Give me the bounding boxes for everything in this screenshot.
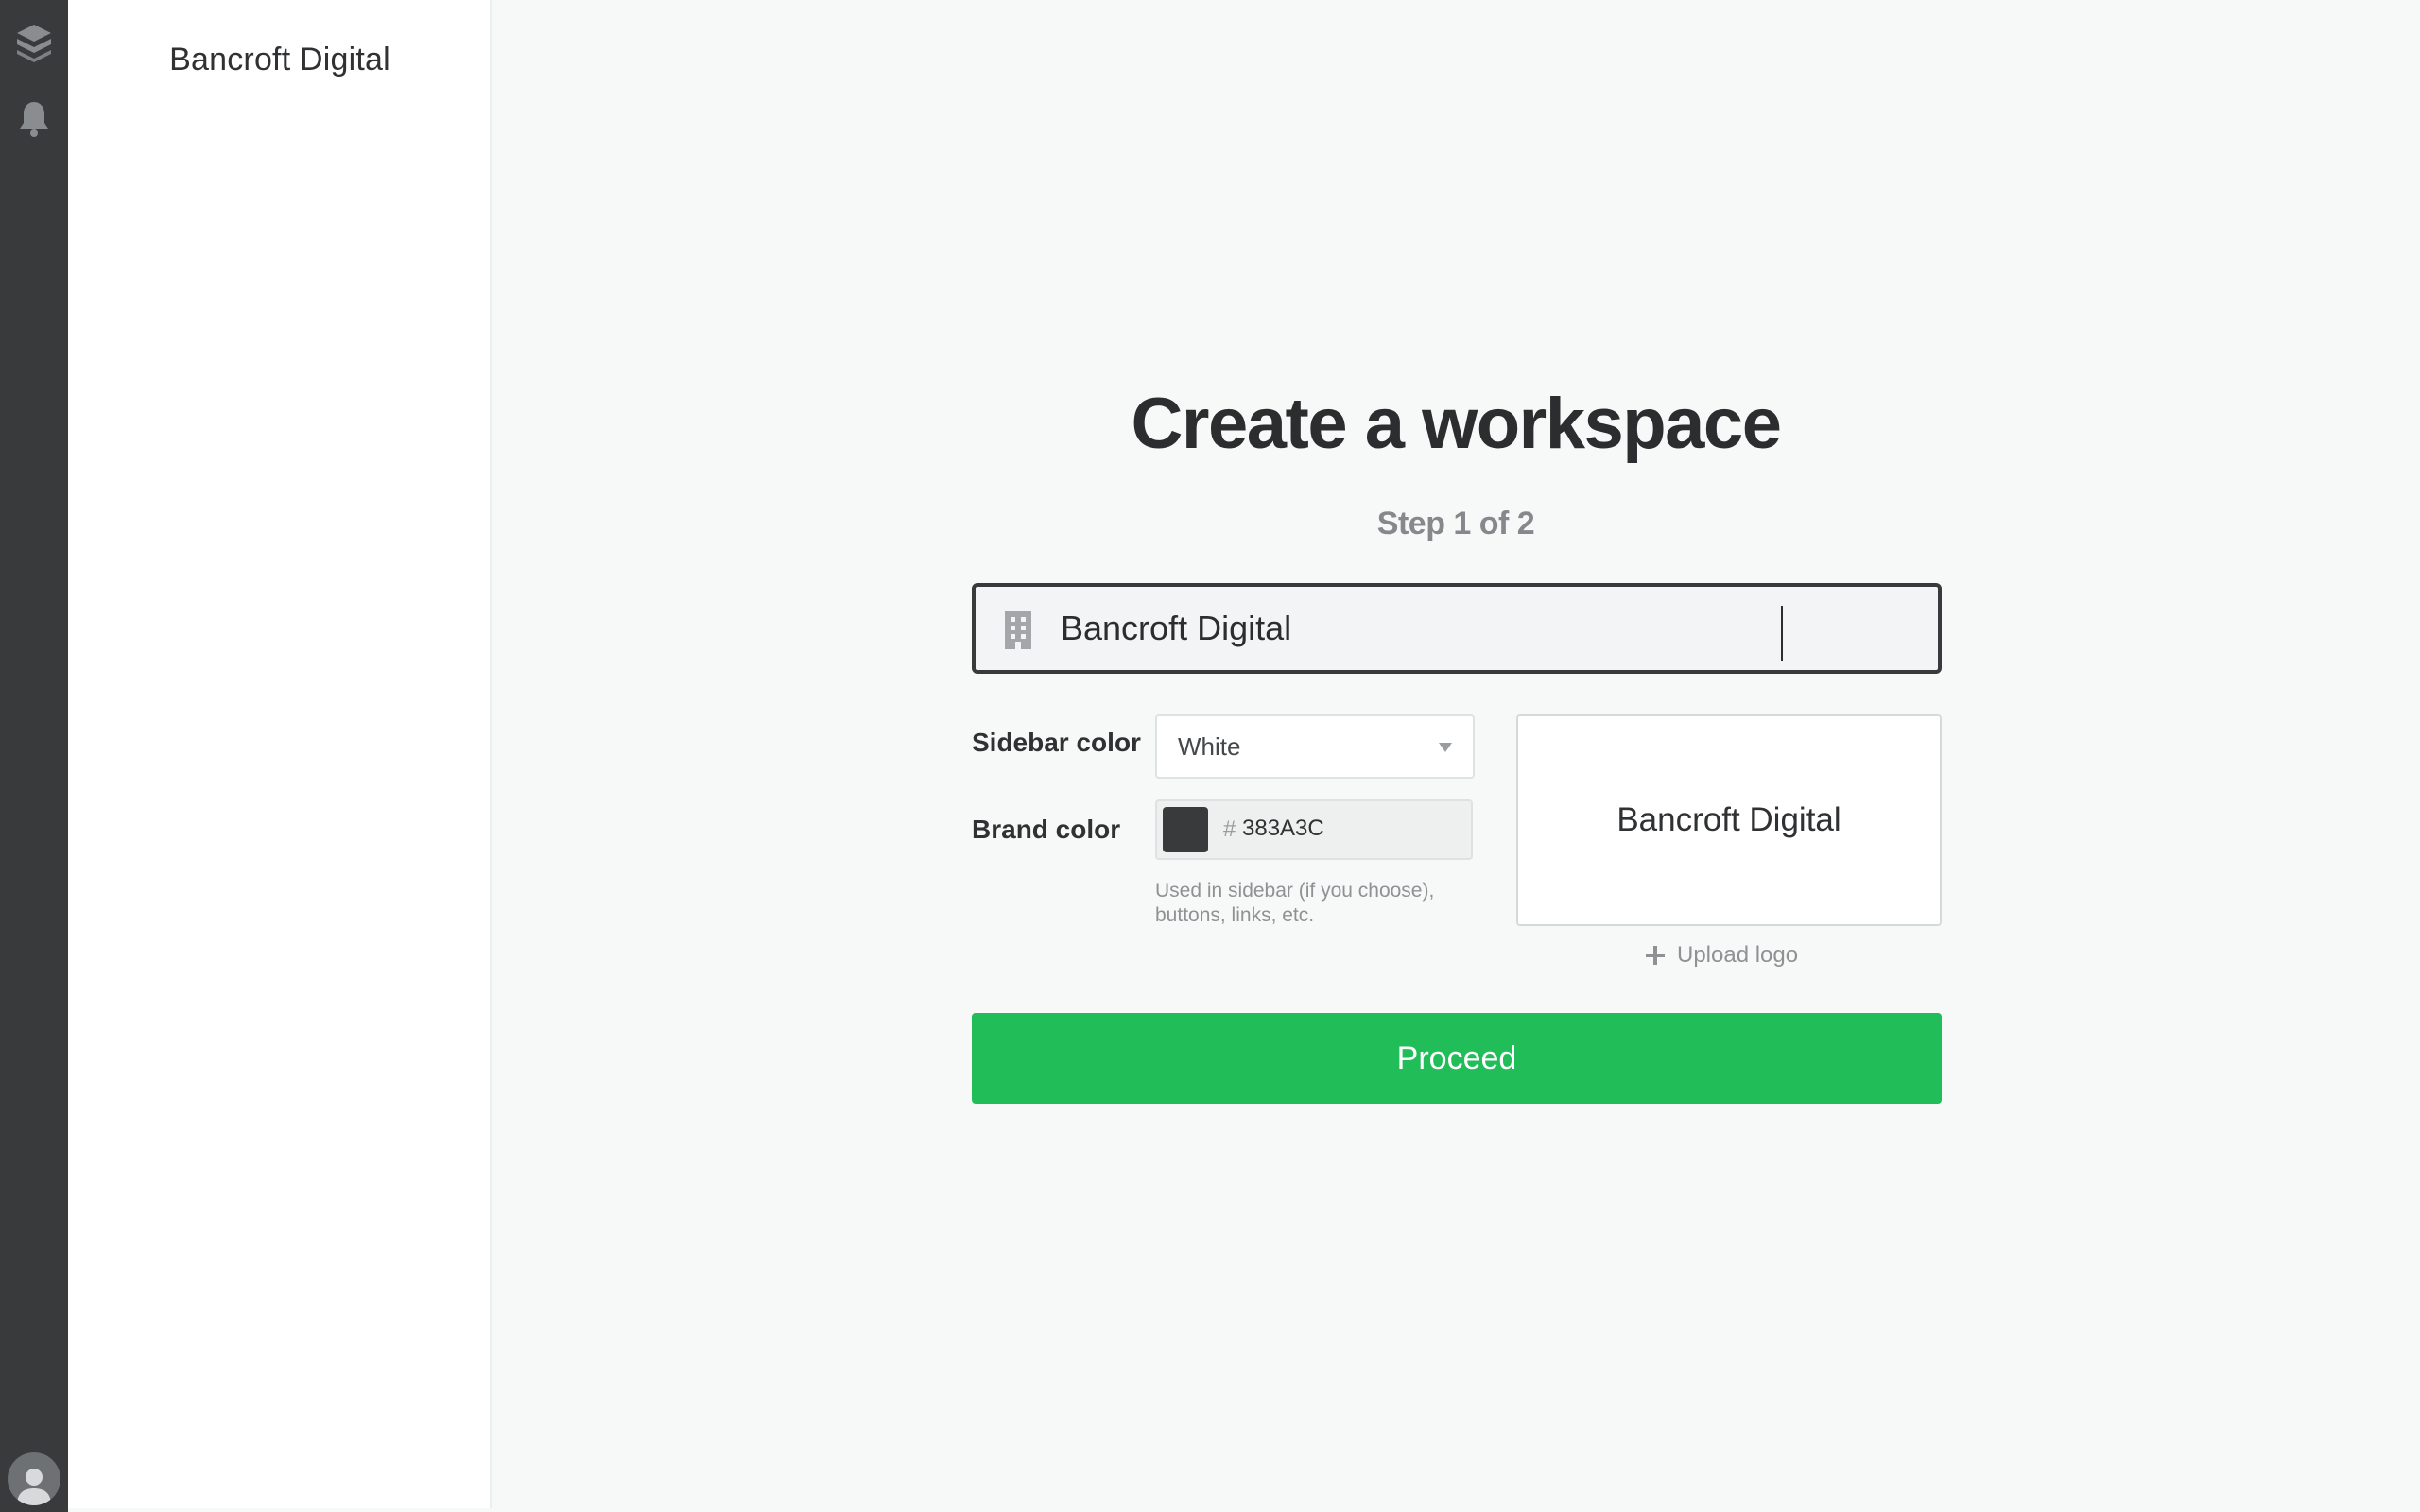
user-avatar-icon[interactable]	[8, 1452, 60, 1505]
text-caret	[1781, 606, 1783, 661]
upload-logo-button[interactable]: Upload logo	[1645, 942, 1798, 969]
brand-color-label: Brand color	[972, 815, 1121, 844]
step-indicator: Step 1 of 2	[1376, 506, 1535, 541]
sidebar-color-value: White	[1178, 731, 1241, 761]
sidebar-color-select[interactable]: White	[1155, 714, 1475, 779]
bell-icon[interactable]	[13, 98, 55, 140]
sidebar: Bancroft Digital	[68, 0, 492, 1508]
brand-color-helper: Used in sidebar (if you choose), buttons…	[1155, 880, 1435, 926]
proceed-button[interactable]: Proceed	[972, 1013, 1942, 1104]
plus-icon	[1645, 945, 1666, 966]
logo-preview: Bancroft Digital	[1516, 714, 1942, 926]
building-icon	[1002, 610, 1034, 649]
page-title: Create a workspace	[1131, 384, 1782, 464]
sidebar-color-label: Sidebar color	[972, 728, 1141, 757]
sidebar-workspace-title: Bancroft Digital	[169, 42, 390, 77]
hash-prefix: #	[1223, 816, 1236, 842]
preview-workspace-title: Bancroft Digital	[1616, 801, 1841, 838]
brand-color-swatch[interactable]	[1163, 807, 1208, 852]
workspace-name-field[interactable]	[972, 583, 1942, 674]
brand-color-field[interactable]: # 383A3C	[1155, 799, 1473, 860]
chevron-down-icon	[1439, 743, 1452, 752]
upload-logo-label: Upload logo	[1677, 942, 1799, 968]
main-content: Create a workspace Step 1 of 2 Sidebar c…	[492, 0, 2420, 1512]
layers-logo-icon[interactable]	[13, 21, 55, 62]
workspace-name-input[interactable]	[1061, 598, 1911, 659]
brand-color-input[interactable]: 383A3C	[1242, 816, 1324, 842]
left-rail	[0, 0, 68, 1512]
